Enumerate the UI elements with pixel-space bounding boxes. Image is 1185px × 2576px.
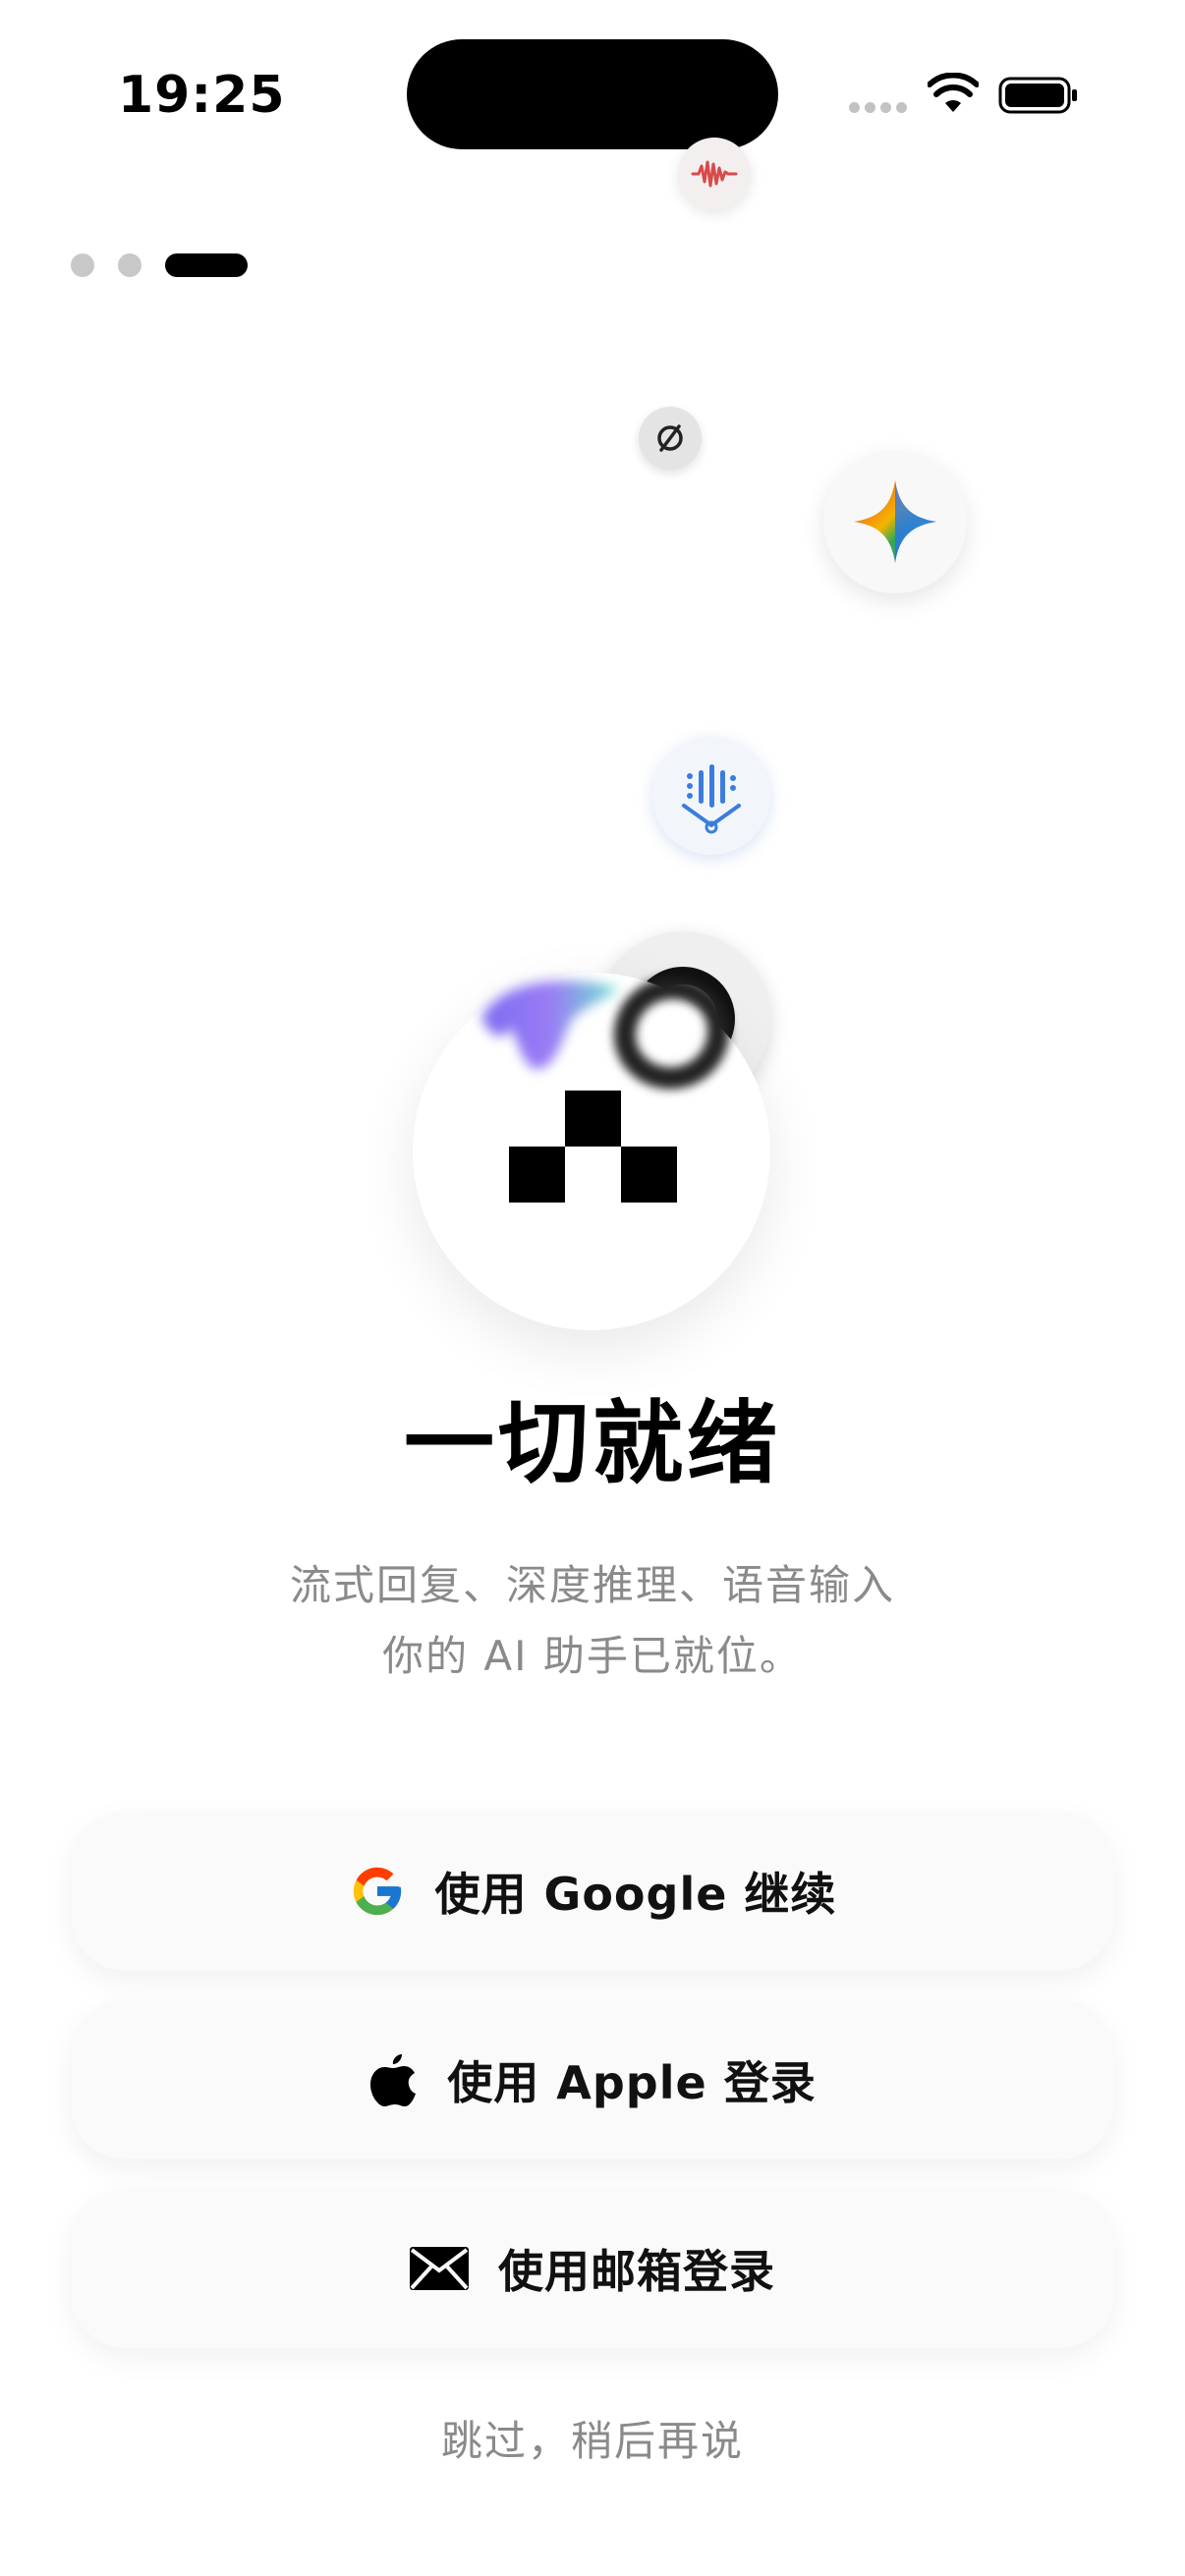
page-dot bbox=[71, 253, 94, 277]
email-signin-label: 使用邮箱登录 bbox=[498, 2245, 775, 2298]
mail-icon bbox=[410, 2247, 469, 2290]
gemini-sparkle-icon bbox=[823, 450, 967, 593]
subtitle-line-1: 流式回复、深度推理、语音输入 bbox=[289, 1561, 895, 1609]
skip-link[interactable]: 跳过，稍后再说 bbox=[0, 2407, 1185, 2476]
waveform-icon bbox=[678, 138, 751, 210]
checkerboard-logo-icon bbox=[509, 1091, 677, 1203]
wifi-icon bbox=[928, 73, 979, 112]
download-arrow-icon bbox=[652, 737, 770, 855]
page-title: 一切就绪 bbox=[403, 1391, 781, 1496]
page-dot bbox=[118, 253, 141, 277]
cellular-signal-icon bbox=[849, 102, 908, 116]
google-signin-label: 使用 Google 继续 bbox=[434, 1868, 837, 1921]
subtitle-line-2: 你的 AI 助手已就位。 bbox=[382, 1632, 803, 1680]
dynamic-island bbox=[407, 39, 778, 149]
google-signin-button[interactable]: 使用 Google 继续 bbox=[71, 1812, 1114, 1971]
apple-signin-button[interactable]: 使用 Apple 登录 bbox=[71, 2000, 1114, 2159]
gradient-blob-icon bbox=[481, 980, 619, 1069]
google-icon bbox=[349, 1863, 406, 1920]
apple-icon bbox=[368, 2050, 418, 2109]
apple-signin-label: 使用 Apple 登录 bbox=[447, 2056, 817, 2109]
page-dot-active bbox=[165, 253, 248, 277]
battery-icon bbox=[998, 77, 1077, 114]
status-time: 19:25 bbox=[118, 66, 286, 125]
email-signin-button[interactable]: 使用邮箱登录 bbox=[71, 2189, 1114, 2348]
slash-circle-icon bbox=[639, 407, 702, 470]
